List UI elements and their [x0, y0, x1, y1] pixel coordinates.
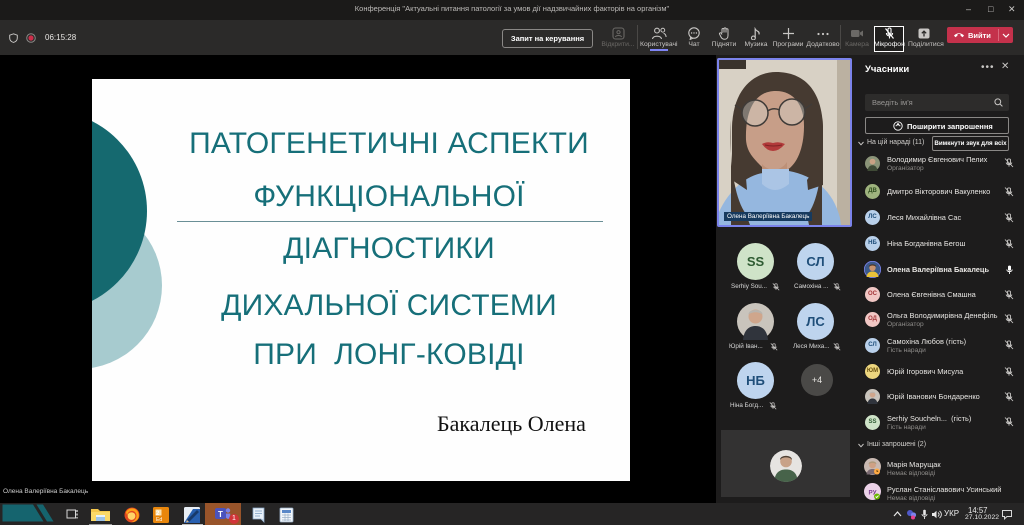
- svg-text:T: T: [218, 510, 223, 519]
- svg-text:Ed: Ed: [156, 517, 162, 523]
